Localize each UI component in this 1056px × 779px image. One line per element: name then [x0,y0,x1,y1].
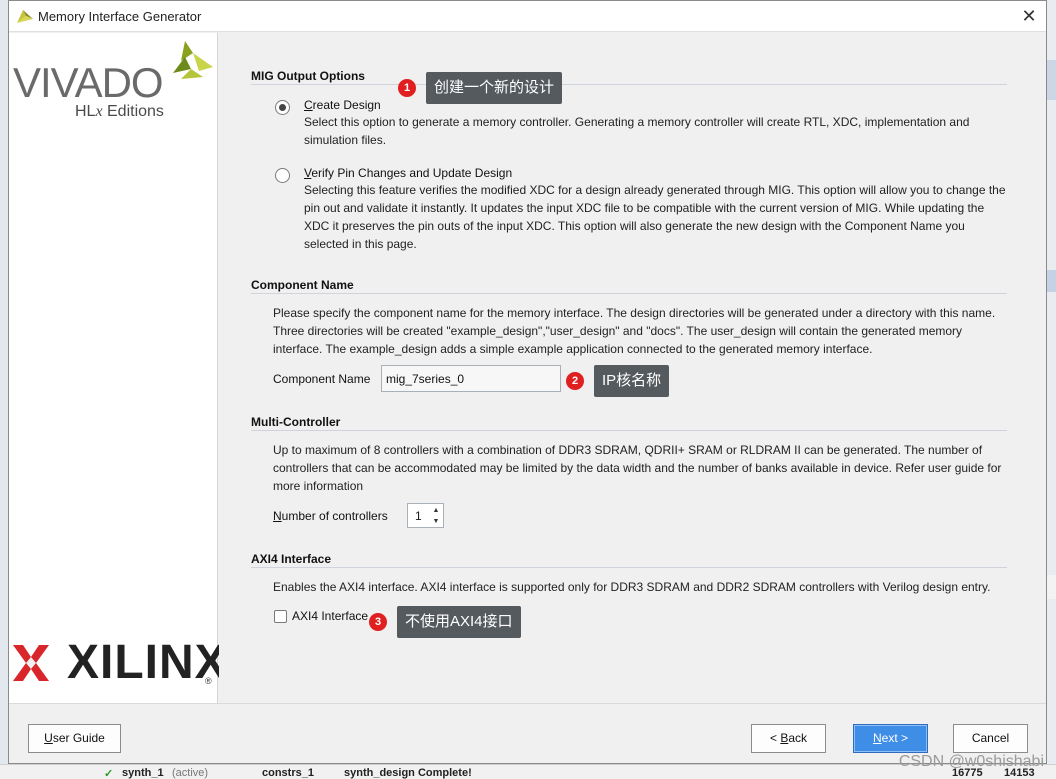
annotation-tip-3: 不使用AXI4接口 [397,606,521,638]
run-status: synth_design Complete! [344,767,472,779]
create-design-label[interactable]: Create Design [304,98,381,112]
vivado-logo-mark [173,41,213,79]
section-mig-output-heading: MIG Output Options [251,69,365,83]
run-name: synth_1 [122,767,164,779]
axi-desc: Enables the AXI4 interface. AXI4 interfa… [273,580,991,594]
create-design-desc: Select this option to generate a memory … [304,115,970,147]
annotation-badge-2: 2 [566,372,584,390]
annotation-badge-1: 1 [398,79,416,97]
section-multi-heading: Multi-Controller [251,415,341,429]
spinner-down-icon[interactable]: ▼ [430,516,442,527]
hlx-editions: HLx Editions [75,103,164,120]
axi4-checkbox-label[interactable]: AXI4 Interface [292,609,368,623]
component-desc: Please specify the component name for th… [273,306,996,356]
back-button[interactable]: < Back [751,724,826,753]
cancel-button[interactable]: Cancel [953,724,1028,753]
spinner-up-icon[interactable]: ▲ [430,505,442,516]
background-app-right-edge [1047,0,1056,779]
xilinx-logo-mark [13,645,49,681]
run-active: (active) [172,767,209,779]
num-controllers-label: Number of controllers [273,509,388,523]
close-icon[interactable]: ✕ [1018,5,1040,27]
vivado-app-icon [17,10,33,23]
component-name-label: Component Name [273,372,371,386]
verify-pin-label[interactable]: Verify Pin Changes and Update Design [304,166,512,180]
brand-panel: VIVADO HLx Editions XILINX ® [9,33,227,703]
background-run-row: ✓ synth_1 (active) constrs_1 synth_desig… [0,764,1056,779]
num-controllers-spinner[interactable]: 1 ▲ ▼ [407,503,444,528]
axi4-checkbox[interactable] [274,610,287,623]
section-divider [251,567,1007,568]
annotation-tip-1: 创建一个新的设计 [426,72,563,104]
title-bar: Memory Interface Generator ✕ [9,1,1046,32]
background-app-left-edge [0,0,8,779]
csdn-watermark: CSDN @w0shishabi [898,753,1044,770]
registered-mark: ® [205,676,212,686]
annotation-badge-3: 3 [369,613,387,631]
section-divider [251,430,1007,431]
create-design-radio[interactable] [275,100,290,115]
multi-desc: Up to maximum of 8 controllers with a co… [273,443,1002,493]
options-panel: MIG Output Options Create Design Select … [219,33,1046,703]
vivado-wordmark: VIVADO [13,59,164,106]
section-divider [251,84,1007,85]
verify-pin-desc: Selecting this feature verifies the modi… [304,183,1006,251]
annotation-tip-2: IP核名称 [594,365,670,397]
num-controllers-value: 1 [415,509,422,523]
user-guide-button[interactable]: User Guide [28,724,121,753]
window-title: Memory Interface Generator [38,9,202,24]
xilinx-wordmark: XILINX [67,636,228,689]
next-button[interactable]: Next > [853,724,928,753]
verify-pin-radio[interactable] [275,168,290,183]
section-divider [251,293,1007,294]
dialog-footer: User Guide < Back Next > Cancel [9,703,1046,763]
section-component-heading: Component Name [251,278,354,292]
check-icon: ✓ [104,768,114,779]
component-name-input[interactable] [381,365,561,392]
run-constrs: constrs_1 [262,767,314,779]
section-axi-heading: AXI4 Interface [251,552,332,566]
mig-dialog: Memory Interface Generator ✕ VIVADO HLx … [8,0,1047,764]
